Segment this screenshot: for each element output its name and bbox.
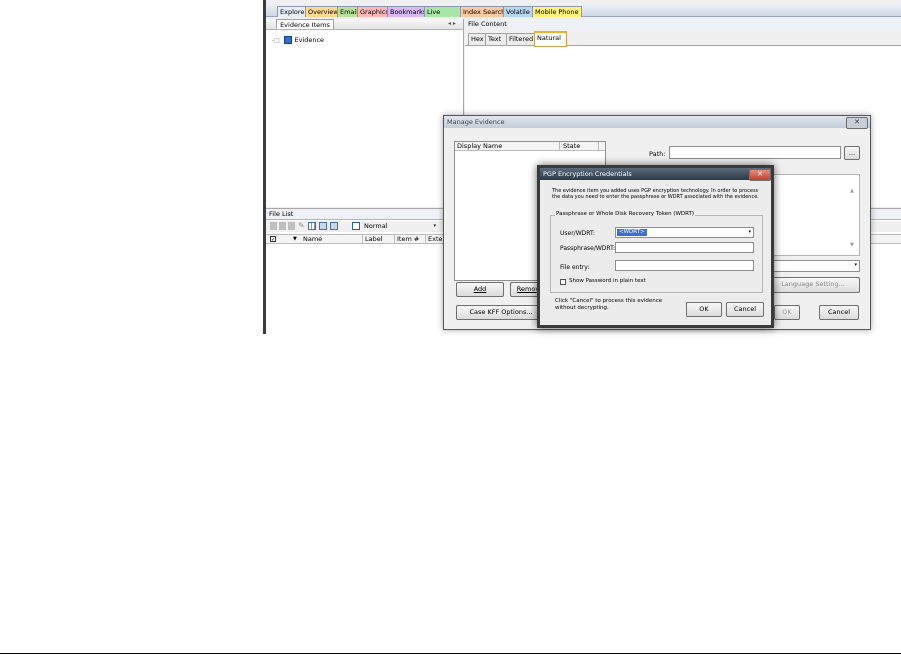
path-label: Path: <box>649 150 666 158</box>
file-entry-label: File entry: <box>560 264 590 271</box>
user-wdrt-label: User/WDRT: <box>560 230 596 237</box>
pgp-ok-button[interactable]: OK <box>686 302 722 317</box>
column-display-name[interactable]: Display Name <box>457 142 560 151</box>
main-tab-bar: Explore Overview Email Graphics Bookmark… <box>266 4 901 26</box>
columns-icon[interactable] <box>352 222 360 230</box>
highlighted-files-icon[interactable] <box>279 222 286 230</box>
chevron-down-icon: ▾ <box>433 223 436 229</box>
scroll-down-icon[interactable]: ▼ <box>850 242 854 248</box>
pane-arrows-icon[interactable]: ◂ ▸ <box>448 19 456 29</box>
evidence-pane-header: Evidence Items ◂ ▸ <box>266 19 463 30</box>
add-button[interactable]: Add <box>456 282 504 297</box>
pgp-dialog-title: PGP Encryption Credentials ✕ <box>540 168 771 181</box>
close-icon[interactable]: ✕ <box>846 117 868 129</box>
case-kff-options-button[interactable]: Case KFF Options... <box>456 305 546 320</box>
browse-button[interactable]: ... <box>844 146 860 160</box>
bottom-rule <box>0 653 901 654</box>
file-entry-input[interactable] <box>615 260 754 271</box>
options-area <box>766 174 860 256</box>
column-label[interactable]: Label <box>365 235 395 244</box>
list-files-icon[interactable] <box>288 222 295 230</box>
selected-value: <WDRT> <box>617 229 647 236</box>
list-header: Display Name State <box>455 142 605 151</box>
scroll-up-icon[interactable]: ▲ <box>850 188 854 194</box>
evidence-icon <box>284 36 293 44</box>
table-icon[interactable] <box>319 222 327 230</box>
chevron-down-icon: ▾ <box>854 262 857 268</box>
cancel-note: Click "Cancel" to process this evidence … <box>555 298 663 311</box>
close-icon[interactable]: ✕ <box>749 169 771 181</box>
manage-evidence-title: Manage Evidence ✕ <box>444 116 870 129</box>
view-mode-select[interactable]: Normal ▾ <box>364 221 436 231</box>
passphrase-label: Passphrase/WDRT: <box>560 245 616 252</box>
tree-root[interactable]: -□ Evidence <box>272 36 324 45</box>
pgp-cancel-button[interactable]: Cancel <box>726 302 764 317</box>
sort-arrow-icon[interactable]: ▼ <box>293 236 297 242</box>
options-dropdown[interactable]: ▾ <box>766 260 860 272</box>
select-all-checkbox[interactable]: ✓ <box>270 236 276 243</box>
tab-mobile-phone[interactable]: Mobile Phone <box>532 6 582 17</box>
evidence-pane: Evidence Items ◂ ▸ -□ Evidence <box>266 19 464 207</box>
show-password-checkbox[interactable] <box>560 279 566 285</box>
show-password-label: Show Password in plain text <box>569 278 646 284</box>
tab-index-search[interactable]: Index Search <box>460 6 509 17</box>
wdrt-group-label: Passphrase or Whole Disk Recovery Token … <box>555 211 696 217</box>
edit-icon[interactable]: ✎ <box>298 221 305 230</box>
language-setting-button[interactable]: Language Setting... <box>766 277 860 293</box>
manage-ok-button[interactable]: OK <box>774 305 800 320</box>
column-state[interactable]: State <box>563 142 599 151</box>
chevron-down-icon: ▾ <box>748 229 751 235</box>
passphrase-input[interactable] <box>615 242 754 253</box>
user-wdrt-select[interactable]: <WDRT> ▾ <box>615 227 754 238</box>
column-name[interactable]: Name <box>303 235 363 244</box>
checked-files-icon[interactable] <box>270 222 277 230</box>
tab-evidence-items[interactable]: Evidence Items <box>276 19 334 29</box>
grid-icon[interactable] <box>308 222 316 230</box>
tab-natural[interactable]: Natural <box>534 31 567 47</box>
table2-icon[interactable] <box>330 222 338 230</box>
path-field[interactable] <box>669 146 841 159</box>
manage-cancel-button[interactable]: Cancel <box>819 305 859 320</box>
pgp-credentials-dialog: PGP Encryption Credentials ✕ The evidenc… <box>537 165 774 328</box>
tree-expander-icon[interactable]: -□ <box>272 36 282 45</box>
column-item-number[interactable]: Item # <box>397 235 426 244</box>
pgp-description: The evidence item you added uses PGP enc… <box>552 188 759 200</box>
